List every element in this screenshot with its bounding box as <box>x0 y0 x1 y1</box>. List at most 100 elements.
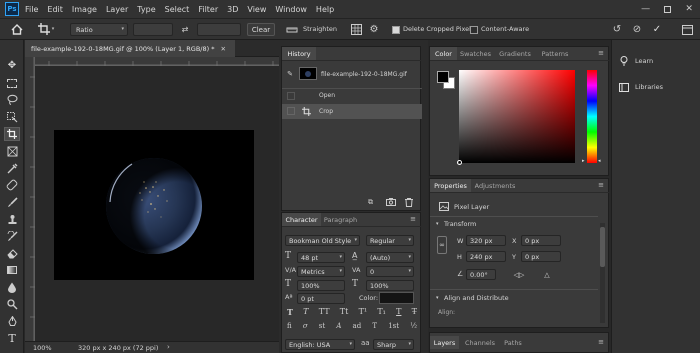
learn-item[interactable]: Learn <box>617 54 697 68</box>
font-family-select[interactable]: Bookman Old Style ▾ <box>285 235 360 246</box>
move-tool-icon[interactable]: ✥ <box>4 58 20 72</box>
foreground-color-swatch[interactable] <box>437 71 449 83</box>
history-snapshot-name[interactable]: file-example-192-0-18MG.gif <box>321 71 407 78</box>
healing-brush-tool-icon[interactable] <box>4 178 20 192</box>
home-icon[interactable] <box>10 22 24 36</box>
ratio-select[interactable]: Ratio ▾ <box>70 23 128 36</box>
delete-cropped-checkbox[interactable] <box>392 26 400 34</box>
faux-italic-button[interactable]: T <box>303 307 308 319</box>
ratio-height-input[interactable] <box>197 23 241 36</box>
language-select[interactable]: English: USA ▾ <box>285 339 355 350</box>
x-input[interactable]: 0 px <box>521 235 561 246</box>
tab-character[interactable]: Character <box>282 213 321 226</box>
height-input[interactable]: 240 px <box>466 251 506 262</box>
transform-section-label[interactable]: Transform <box>444 220 476 228</box>
font-style-select[interactable]: Regular ▾ <box>366 235 414 246</box>
tab-history[interactable]: History <box>282 47 316 60</box>
y-input[interactable]: 0 px <box>521 251 561 262</box>
maximize-button[interactable] <box>664 5 672 13</box>
pen-tool-icon[interactable] <box>4 314 20 328</box>
stylistic-alternates-button[interactable]: ad <box>353 322 362 334</box>
menu-view[interactable]: View <box>247 5 266 14</box>
scrollbar-thumb[interactable] <box>600 227 605 267</box>
faux-bold-button[interactable]: T <box>287 307 293 319</box>
panel-menu-icon[interactable]: ≡ <box>598 338 604 346</box>
contextual-alternates-button[interactable]: σ <box>303 322 308 334</box>
hue-slider[interactable] <box>587 70 597 163</box>
workspace-icon[interactable] <box>680 23 694 36</box>
tracking-select[interactable]: 0 ▾ <box>366 266 414 277</box>
eyedropper-tool-icon[interactable] <box>4 161 20 175</box>
flip-horizontal-icon[interactable]: ◁▷ <box>512 269 526 280</box>
history-brush-source-icon[interactable]: ✎ <box>285 69 295 79</box>
tab-color[interactable]: Color <box>430 47 457 60</box>
menu-image[interactable]: Image <box>72 5 97 14</box>
ratio-width-input[interactable] <box>133 23 173 36</box>
link-proportions-icon[interactable]: ∞ <box>437 236 447 254</box>
antialias-select[interactable]: Sharp ▾ <box>373 339 414 350</box>
properties-scrollbar[interactable] <box>600 223 605 323</box>
content-aware-checkbox[interactable] <box>470 26 478 34</box>
crop-tool-icon[interactable] <box>4 127 20 141</box>
clone-stamp-tool-icon[interactable] <box>4 212 20 226</box>
menu-window[interactable]: Window <box>275 5 307 14</box>
kerning-select[interactable]: Metrics ▾ <box>297 266 345 277</box>
width-input[interactable]: 320 px <box>466 235 506 246</box>
flip-vertical-icon[interactable]: △ <box>540 269 554 280</box>
horizontal-scale-input[interactable]: 100% <box>366 280 414 291</box>
minimize-button[interactable]: — <box>641 4 650 14</box>
blur-tool-icon[interactable] <box>4 280 20 294</box>
chevron-down-icon[interactable]: ▾ <box>436 221 439 227</box>
libraries-item[interactable]: Libraries <box>617 80 697 94</box>
fractions-button[interactable]: ½ <box>410 322 417 334</box>
all-caps-button[interactable]: TT <box>319 307 330 319</box>
menu-help[interactable]: Help <box>316 5 334 14</box>
frame-tool-icon[interactable] <box>4 144 20 158</box>
tab-paths[interactable]: Paths <box>499 336 527 349</box>
trash-icon[interactable] <box>403 197 414 207</box>
ordinals-button[interactable]: 1st <box>388 322 399 334</box>
titling-alternates-button[interactable]: T <box>372 322 377 334</box>
new-document-from-state-icon[interactable]: ⧉ <box>365 197 376 207</box>
marquee-tool-icon[interactable] <box>4 76 20 90</box>
tab-channels[interactable]: Channels <box>461 336 499 349</box>
tab-layers[interactable]: Layers <box>430 336 459 349</box>
history-item-open[interactable]: Open <box>282 89 422 103</box>
history-item-crop[interactable]: Crop <box>282 104 422 119</box>
document-tab[interactable]: file-example-192-0-18MG.gif @ 100% (Laye… <box>25 40 235 57</box>
cancel-icon[interactable]: ⊘ <box>630 23 644 36</box>
superscript-button[interactable]: T¹ <box>359 307 368 319</box>
discretionary-ligatures-button[interactable]: st <box>319 322 325 334</box>
close-tab-icon[interactable]: ✕ <box>220 45 225 53</box>
tab-properties[interactable]: Properties <box>430 179 471 192</box>
object-selection-tool-icon[interactable] <box>4 110 20 124</box>
menu-edit[interactable]: Edit <box>47 5 63 14</box>
baseline-shift-input[interactable]: 0 pt <box>297 293 345 304</box>
leading-select[interactable]: (Auto) ▾ <box>366 252 414 263</box>
reset-icon[interactable]: ↺ <box>610 23 624 36</box>
straighten-icon[interactable] <box>285 23 299 36</box>
crop-tool-preset-icon[interactable]: ▾ <box>34 22 58 36</box>
settings-gear-icon[interactable]: ⚙ <box>367 23 381 36</box>
type-tool-icon[interactable]: T <box>4 331 20 345</box>
text-color-swatch[interactable] <box>379 292 414 304</box>
color-picker-marker[interactable] <box>457 160 462 165</box>
vertical-scale-input[interactable]: 100% <box>297 280 345 291</box>
gradient-tool-icon[interactable] <box>4 263 20 277</box>
zoom-level[interactable]: 100% <box>33 344 52 352</box>
small-caps-button[interactable]: Tt <box>340 307 349 319</box>
grid-overlay-icon[interactable] <box>349 23 363 36</box>
subscript-button[interactable]: T₁ <box>377 307 386 319</box>
tab-paragraph[interactable]: Paragraph <box>321 213 360 226</box>
tab-patterns[interactable]: Patterns <box>536 47 574 60</box>
color-field[interactable] <box>459 70 575 163</box>
swap-icon[interactable]: ⇄ <box>179 23 191 36</box>
panel-menu-icon[interactable]: ≡ <box>598 181 604 189</box>
close-button[interactable]: ✕ <box>685 4 693 14</box>
tab-swatches[interactable]: Swatches <box>457 47 494 60</box>
tab-gradients[interactable]: Gradients <box>494 47 536 60</box>
document-image[interactable] <box>54 130 254 280</box>
menu-file[interactable]: File <box>25 5 38 14</box>
panel-menu-icon[interactable]: ≡ <box>410 215 416 223</box>
ligatures-button[interactable]: fi <box>287 322 292 334</box>
